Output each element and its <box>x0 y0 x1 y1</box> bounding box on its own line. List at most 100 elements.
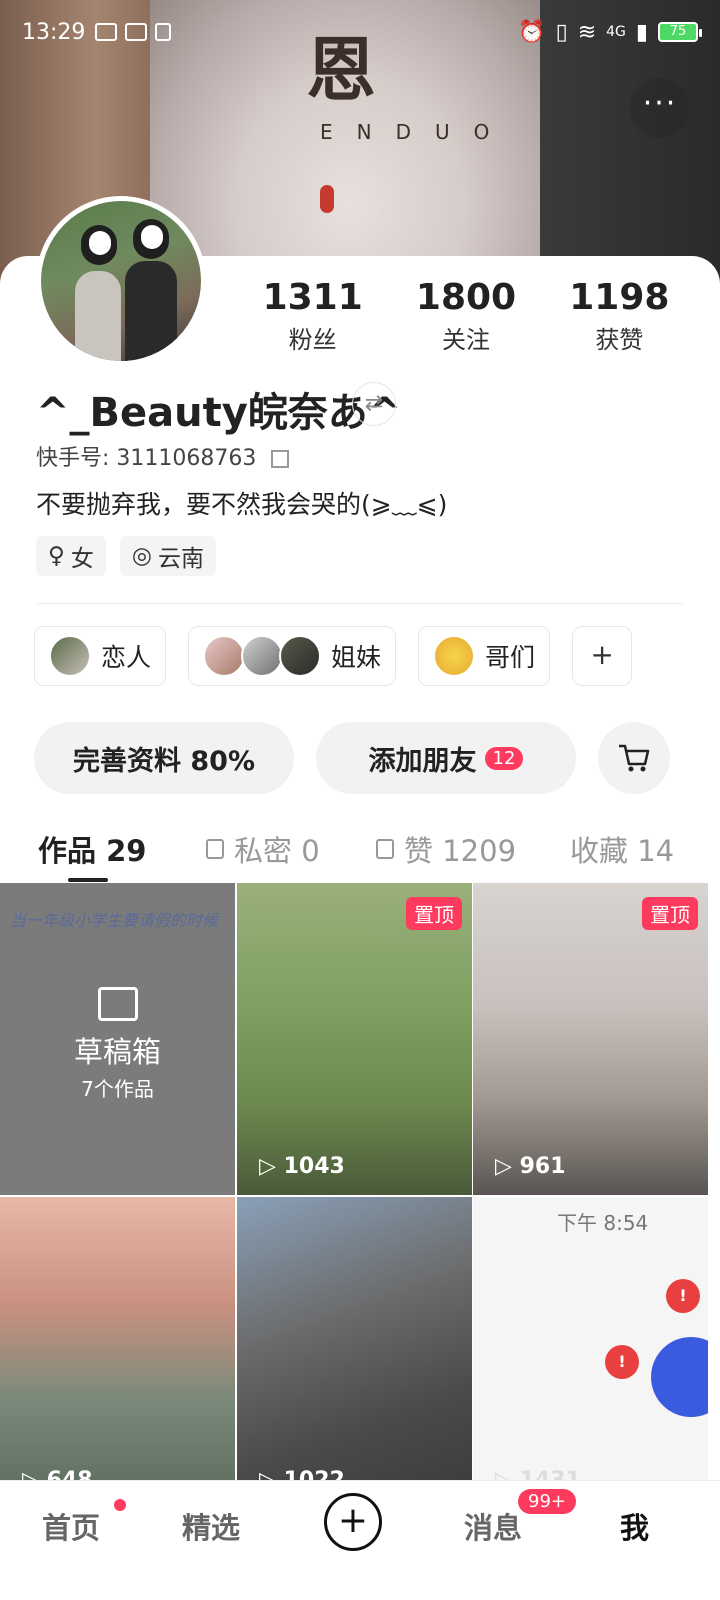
gender-label: 女 <box>70 546 94 572</box>
wifi-icon: ≋ <box>577 19 597 45</box>
avatar-bubble <box>651 1337 708 1417</box>
stat-label: 获赞 <box>595 326 644 354</box>
group-avatar <box>49 635 91 677</box>
kuaishou-id-text: 快手号: 3111068763 <box>36 446 257 471</box>
image-icon <box>125 23 148 41</box>
video-thumbnail[interactable]: 置顶 ▷ 1043 <box>237 883 472 1195</box>
shopping-cart-button[interactable] <box>598 722 670 794</box>
alert-icon: ! <box>666 1279 700 1313</box>
username: ^_Beauty皖奈あ^ <box>36 390 402 436</box>
draft-title: 草稿箱 <box>73 1035 161 1069</box>
group-brothers[interactable]: 哥们 <box>418 626 551 686</box>
video-thumbnail[interactable]: ▷ 648 <box>0 1197 235 1509</box>
stat-likes[interactable]: 1198 获赞 <box>543 276 696 355</box>
avatar-person-left <box>75 271 121 361</box>
profile-tags: ♀ 女 ◎ 云南 <box>36 536 216 576</box>
lock-icon <box>206 839 224 859</box>
tab-active-indicator <box>68 878 108 882</box>
profile-actions: 完善资料 80% 添加朋友 12 <box>34 722 670 794</box>
works-grid: 当一年级小学生要请假的时候 草稿箱 7个作品 置顶 ▷ 1043 置顶 ▷ 96… <box>0 883 720 1509</box>
nav-messages[interactable]: 消息 <box>464 1505 522 1547</box>
cart-icon <box>619 744 650 772</box>
female-icon: ♀ <box>48 543 65 569</box>
nav-featured[interactable]: 精选 <box>182 1505 240 1547</box>
switch-account-button[interactable]: ⇄ <box>352 382 396 426</box>
alarm-icon: ⏰ <box>518 19 546 45</box>
group-avatar <box>433 635 476 677</box>
kuaishou-id[interactable]: 快手号: 3111068763 <box>36 440 290 472</box>
more-options-button[interactable]: ··· <box>630 78 690 138</box>
add-friends-label: 添加朋友 <box>368 745 477 777</box>
pinned-badge: 置顶 <box>642 897 698 930</box>
trash-icon <box>155 23 172 41</box>
group-sisters[interactable]: 姐妹 <box>188 626 397 686</box>
battery-icon: 75 <box>658 22 702 42</box>
pinned-badge: 置顶 <box>406 897 462 930</box>
tab-liked[interactable]: 赞 1209 <box>376 824 516 874</box>
signal-icon: ▮ <box>635 19 648 45</box>
tab-label: 赞 1209 <box>404 834 517 868</box>
play-count: ▷ 961 <box>495 1154 566 1179</box>
video-icon <box>95 23 118 41</box>
stat-following[interactable]: 1800 关注 <box>389 276 542 355</box>
group-label: 哥们 <box>485 643 536 672</box>
play-count-value: 1043 <box>283 1154 345 1179</box>
add-friends-button[interactable]: 添加朋友 12 <box>316 722 576 794</box>
group-avatar <box>203 635 246 677</box>
add-friends-badge: 12 <box>484 746 524 770</box>
stat-label: 粉丝 <box>288 326 337 354</box>
drafts-box[interactable]: 当一年级小学生要请假的时候 草稿箱 7个作品 <box>0 883 235 1195</box>
battery-level: 75 <box>669 24 687 39</box>
location-icon: ◎ <box>131 543 152 569</box>
status-time: 13:29 <box>22 19 86 45</box>
group-label: 恋人 <box>101 643 152 672</box>
add-group-button[interactable]: + <box>572 626 633 686</box>
tab-works[interactable]: 作品 29 <box>38 824 146 882</box>
swap-icon: ⇄ <box>364 391 384 416</box>
group-avatar-stack <box>203 635 322 677</box>
video-thumbnail[interactable]: 置顶 ▷ 961 <box>473 883 708 1195</box>
overlay-time: 下午 8:54 <box>557 1211 649 1235</box>
banner-cup-text: ENDUO <box>320 120 514 144</box>
profile-stats: 1311 粉丝 1800 关注 1198 获赞 <box>236 276 696 355</box>
location-label: 云南 <box>157 546 204 572</box>
lock-icon <box>376 839 394 859</box>
avatar[interactable] <box>36 196 206 366</box>
status-bar: 13:29 ⏰ ▯ ≋ 4G ▮ 75 <box>0 0 720 64</box>
location-tag[interactable]: ◎ 云南 <box>119 536 216 576</box>
play-count: ▷ 1043 <box>259 1154 345 1179</box>
stat-value: 1311 <box>262 277 363 318</box>
group-label: 姐妹 <box>331 643 382 672</box>
video-thumbnail[interactable]: 下午 8:54 ! ! ▷ 1431 <box>473 1197 708 1509</box>
group-avatar <box>241 635 284 677</box>
banner-cup-mark <box>320 185 334 213</box>
draft-caption: 当一年级小学生要请假的时候 <box>10 911 219 930</box>
qr-code-icon[interactable] <box>271 450 290 468</box>
gender-tag[interactable]: ♀ 女 <box>36 536 106 576</box>
tab-favorites[interactable]: 收藏 14 <box>570 824 674 874</box>
avatar-face-left <box>89 231 111 255</box>
messages-badge: 99+ <box>518 1489 576 1514</box>
video-thumbnail[interactable]: ▷ 1022 <box>237 1197 472 1509</box>
complete-profile-label: 完善资料 80% <box>72 745 256 777</box>
tab-label: 私密 0 <box>234 834 320 868</box>
stat-value: 1198 <box>569 277 670 318</box>
group-lovers[interactable]: 恋人 <box>34 626 167 686</box>
tab-label: 收藏 14 <box>570 834 675 868</box>
draft-count: 7个作品 <box>81 1077 154 1101</box>
play-count-value: 961 <box>519 1154 566 1179</box>
complete-profile-button[interactable]: 完善资料 80% <box>34 722 294 794</box>
divider <box>36 603 684 604</box>
notification-dot <box>114 1499 126 1511</box>
content-tabs: 作品 29 私密 0 赞 1209 收藏 14 <box>0 824 720 882</box>
vibrate-icon: ▯ <box>555 19 568 45</box>
stat-value: 1800 <box>415 277 517 318</box>
nav-home[interactable]: 首页 <box>42 1505 100 1547</box>
tab-private[interactable]: 私密 0 <box>206 824 320 874</box>
nav-me[interactable]: 我 <box>620 1505 649 1547</box>
create-button[interactable]: + <box>324 1493 382 1551</box>
group-avatar <box>279 635 322 677</box>
bottom-nav: 首页 精选 + 消息 99+ 我 <box>0 1480 720 1570</box>
bio: 不要抛弃我，要不然我会哭的(⩾﹏⩽) <box>36 490 448 519</box>
stat-followers[interactable]: 1311 粉丝 <box>236 276 389 355</box>
